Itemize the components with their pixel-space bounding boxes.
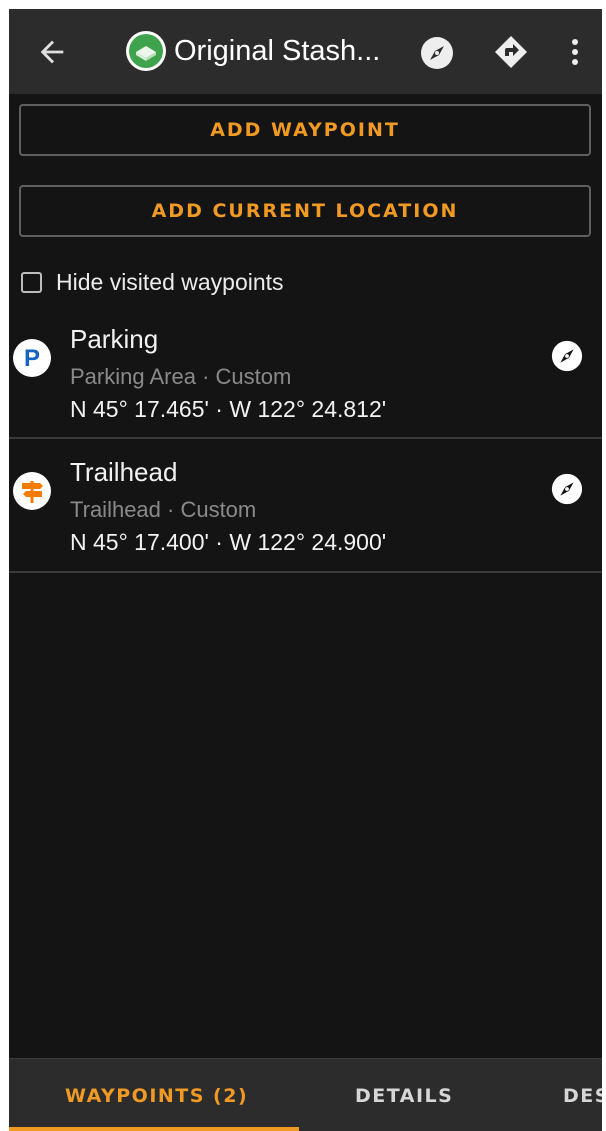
list-divider xyxy=(9,571,602,573)
waypoint-coordinates: N 45° 17.400' · W 122° 24.900' xyxy=(70,529,387,555)
add-current-location-button[interactable]: ADD CURRENT LOCATION xyxy=(19,185,591,237)
bottom-tab-bar: WAYPOINTS (2) DETAILS DES xyxy=(9,1058,602,1131)
more-vert-icon[interactable] xyxy=(564,35,586,69)
add-waypoint-button[interactable]: ADD WAYPOINT xyxy=(19,104,591,156)
waypoint-subtitle: Trailhead · Custom xyxy=(70,497,257,522)
arrow-back-icon[interactable] xyxy=(35,35,69,69)
tab-description[interactable]: DES xyxy=(563,1059,602,1131)
svg-text:P: P xyxy=(24,345,40,372)
navigate-compass-icon[interactable] xyxy=(550,339,584,373)
tab-details[interactable]: DETAILS xyxy=(355,1059,453,1131)
waypoint-item-parking[interactable]: P Parking Parking Area · Custom N 45° 17… xyxy=(9,309,602,441)
trailhead-signpost-icon xyxy=(13,472,51,510)
hide-visited-checkbox[interactable] xyxy=(21,271,42,293)
navigate-compass-icon[interactable] xyxy=(550,472,584,506)
waypoint-name: Trailhead xyxy=(70,457,178,487)
waypoint-coordinates: N 45° 17.465' · W 122° 24.812' xyxy=(70,396,387,422)
directions-icon[interactable] xyxy=(493,34,529,70)
app-bar: Original Stash... xyxy=(9,9,602,94)
compass-icon[interactable] xyxy=(419,35,455,71)
waypoint-item-trailhead[interactable]: Trailhead Trailhead · Custom N 45° 17.40… xyxy=(9,442,602,574)
cache-type-icon xyxy=(126,31,166,71)
list-divider xyxy=(9,437,602,439)
hide-visited-checkbox-row[interactable]: Hide visited waypoints xyxy=(21,266,284,298)
waypoint-name: Parking xyxy=(70,324,159,354)
parking-icon: P xyxy=(13,339,51,377)
page-title: Original Stash... xyxy=(174,35,381,67)
app-screen: Original Stash... ADD WAYPOINT ADD CURRE… xyxy=(9,9,602,1131)
hide-visited-label: Hide visited waypoints xyxy=(56,268,284,295)
tab-waypoints[interactable]: WAYPOINTS (2) xyxy=(65,1059,248,1131)
active-tab-indicator xyxy=(9,1127,299,1131)
waypoint-subtitle: Parking Area · Custom xyxy=(70,364,292,389)
